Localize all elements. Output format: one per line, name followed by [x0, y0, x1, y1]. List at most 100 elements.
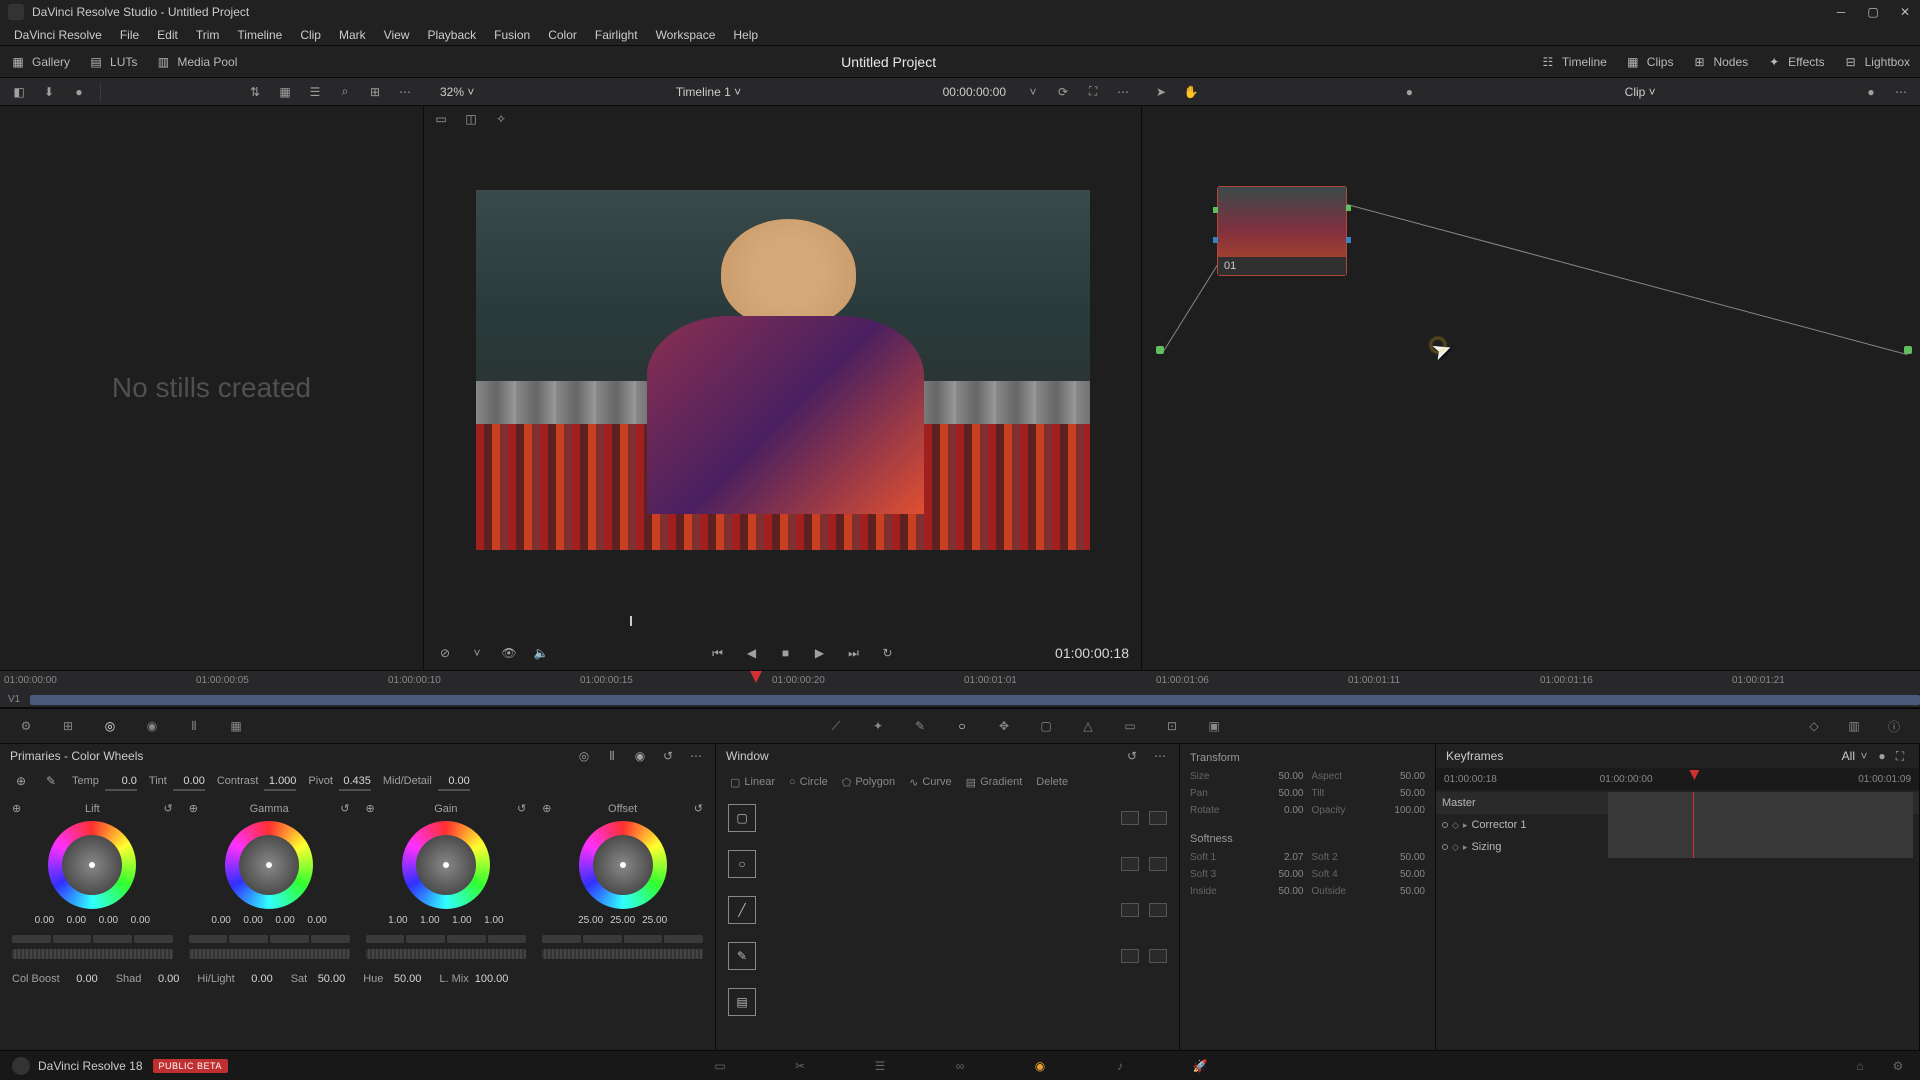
bypass-icon[interactable]: ⟳: [1054, 83, 1072, 101]
media-pool-toggle[interactable]: ▥Media Pool: [155, 54, 237, 70]
page-fairlight[interactable]: ♪: [1110, 1056, 1130, 1076]
list-view-icon[interactable]: ☰: [306, 83, 324, 101]
tab-gradient[interactable]: ▤ Gradient: [962, 774, 1027, 791]
middetail-input[interactable]: 0.00: [438, 775, 470, 787]
mute-icon[interactable]: 🔈: [532, 644, 550, 662]
kf-track[interactable]: [1608, 792, 1913, 814]
scrubber-playhead[interactable]: [630, 616, 632, 626]
info-icon[interactable]: ⓘ: [1884, 716, 1904, 736]
wheel-master-dial[interactable]: [189, 949, 350, 959]
magic-mask-icon[interactable]: ▢: [1036, 716, 1056, 736]
search-icon[interactable]: ⌕: [336, 83, 354, 101]
color-wheel[interactable]: [48, 821, 136, 909]
sidebar-icon[interactable]: ◧: [10, 83, 28, 101]
last-frame-button[interactable]: ⏭: [845, 644, 863, 662]
bars-mode-icon[interactable]: ⫴: [603, 747, 621, 765]
expand-icon[interactable]: ⛶: [1891, 747, 1909, 765]
mask-toggle[interactable]: [1121, 949, 1139, 963]
color-wheels-icon[interactable]: ◎: [100, 716, 120, 736]
viewer-canvas[interactable]: [424, 132, 1141, 608]
wheel-ym-bars[interactable]: [12, 935, 173, 943]
color-warper-icon[interactable]: ✦: [868, 716, 888, 736]
more-icon[interactable]: ⋯: [1114, 83, 1132, 101]
page-cut[interactable]: ✂: [790, 1056, 810, 1076]
loop-button[interactable]: ↻: [879, 644, 897, 662]
transform-field[interactable]: Inside50.00: [1190, 886, 1304, 897]
shape-line[interactable]: ╱: [728, 896, 756, 924]
timeline-track[interactable]: V1: [0, 692, 1920, 708]
dot-icon[interactable]: ●: [1873, 747, 1891, 765]
mask-toggle[interactable]: [1121, 811, 1139, 825]
tab-linear[interactable]: ▢ Linear: [726, 774, 779, 791]
wheel-values[interactable]: 25.0025.0025.00: [578, 915, 668, 926]
grid-view-icon[interactable]: ▦: [276, 83, 294, 101]
kf-row-sizing[interactable]: ◇▸Sizing: [1436, 836, 1919, 858]
wheel-master-dial[interactable]: [542, 949, 703, 959]
key-icon[interactable]: ▭: [1120, 716, 1140, 736]
temp-input[interactable]: 0.0: [105, 775, 137, 787]
transform-field[interactable]: Tilt50.00: [1312, 788, 1426, 799]
transform-field[interactable]: Aspect50.00: [1312, 771, 1426, 782]
qualifier-icon[interactable]: ✎: [910, 716, 930, 736]
log-mode-icon[interactable]: ◉: [631, 747, 649, 765]
magic-icon[interactable]: ✧: [492, 110, 510, 128]
curves-icon[interactable]: ⟋: [826, 716, 846, 736]
timeline-ruler[interactable]: 01:00:00:00 01:00:00:05 01:00:00:10 01:0…: [0, 670, 1920, 692]
color-wheel[interactable]: [579, 821, 667, 909]
wheel-ym-bars[interactable]: [366, 935, 527, 943]
minimize-button[interactable]: ─: [1834, 5, 1848, 19]
dot-icon[interactable]: ●: [1400, 83, 1418, 101]
pivot-input[interactable]: 0.435: [339, 775, 371, 787]
node-editor[interactable]: 01 ➤: [1142, 106, 1920, 670]
menu-davinci[interactable]: DaVinci Resolve: [6, 26, 110, 44]
wheel-reset-icon[interactable]: ↺: [517, 802, 526, 815]
expand-icon[interactable]: ⛶: [1084, 83, 1102, 101]
param-input[interactable]: 0.00: [241, 973, 273, 985]
reverse-button[interactable]: ◀: [743, 644, 761, 662]
transform-field[interactable]: Outside50.00: [1312, 886, 1426, 897]
scopes-icon[interactable]: ▥: [1844, 716, 1864, 736]
color-match-icon[interactable]: ⊞: [58, 716, 78, 736]
wheel-ym-bars[interactable]: [542, 935, 703, 943]
chevron-down-icon[interactable]: ˅: [1024, 83, 1042, 101]
shape-gradient[interactable]: ▤: [728, 988, 756, 1016]
tab-delete[interactable]: Delete: [1032, 774, 1072, 790]
reset-icon[interactable]: ↺: [659, 747, 677, 765]
menu-timeline[interactable]: Timeline: [229, 26, 290, 44]
split-icon[interactable]: ⊞: [366, 83, 384, 101]
wheel-reset-icon[interactable]: ↺: [694, 802, 703, 815]
nodes-toggle[interactable]: ⊞Nodes: [1691, 54, 1748, 70]
menu-playback[interactable]: Playback: [419, 26, 484, 44]
home-button[interactable]: ⌂: [1850, 1056, 1870, 1076]
page-deliver[interactable]: 🚀: [1190, 1056, 1210, 1076]
more-icon[interactable]: ⋯: [1892, 83, 1910, 101]
pointer-icon[interactable]: ➤: [1152, 83, 1170, 101]
grab-still-icon[interactable]: ⬇: [40, 83, 58, 101]
auto-balance-icon[interactable]: ⊕: [12, 772, 30, 790]
menu-fairlight[interactable]: Fairlight: [587, 26, 646, 44]
param-input[interactable]: 50.00: [313, 973, 345, 985]
wheel-picker-icon[interactable]: ⊕: [189, 802, 198, 815]
wheel-picker-icon[interactable]: ⊕: [542, 802, 551, 815]
page-fusion[interactable]: ∞: [950, 1056, 970, 1076]
kf-expand-icon[interactable]: ▸: [1463, 820, 1468, 831]
kf-keyframe-icon[interactable]: [1442, 844, 1448, 850]
kf-row-corrector[interactable]: ◇▸Corrector 1: [1436, 814, 1919, 836]
shape-square[interactable]: ▢: [728, 804, 756, 832]
wheel-reset-icon[interactable]: ↺: [164, 802, 173, 815]
more-icon[interactable]: ⋯: [687, 747, 705, 765]
menu-edit[interactable]: Edit: [149, 26, 186, 44]
contrast-input[interactable]: 1.000: [264, 775, 296, 787]
tab-curve[interactable]: ∿ Curve: [905, 774, 956, 791]
menu-file[interactable]: File: [112, 26, 147, 44]
wheel-values[interactable]: 1.001.001.001.00: [385, 915, 507, 926]
keyframes-filter[interactable]: All: [1842, 749, 1855, 763]
3d-icon[interactable]: ▣: [1204, 716, 1224, 736]
more-icon[interactable]: ⋯: [1151, 747, 1169, 765]
invert-toggle[interactable]: [1149, 811, 1167, 825]
menu-help[interactable]: Help: [725, 26, 766, 44]
scrubber[interactable]: [436, 612, 1129, 632]
menu-color[interactable]: Color: [540, 26, 585, 44]
clips-toggle[interactable]: ▦Clips: [1625, 54, 1674, 70]
wheel-master-dial[interactable]: [366, 949, 527, 959]
